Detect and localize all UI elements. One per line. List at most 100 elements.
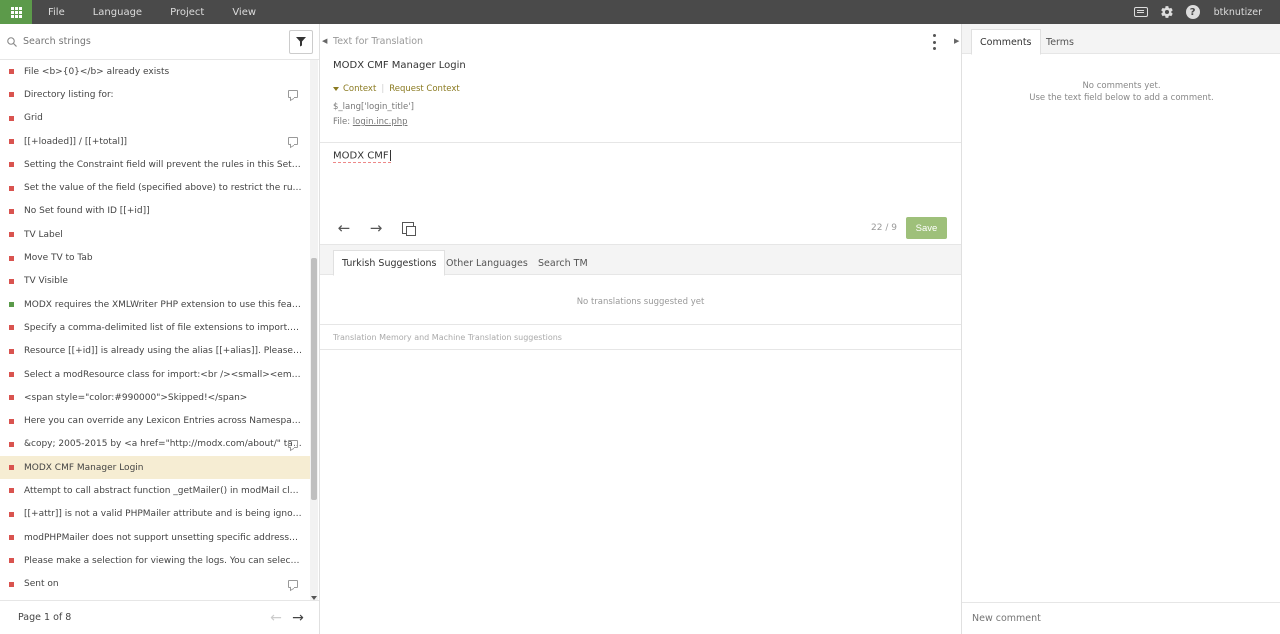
list-item[interactable]: &copy; 2005-2015 by <a href="http://modx… bbox=[0, 433, 310, 456]
username[interactable]: btknutizer bbox=[1214, 7, 1262, 18]
comment-icon bbox=[288, 136, 298, 145]
source-text: MODX CMF Manager Login bbox=[333, 60, 466, 71]
list-item[interactable]: Set the value of the field (specified ab… bbox=[0, 176, 310, 199]
status-marker bbox=[9, 372, 14, 377]
list-item[interactable]: Please make a selection for viewing the … bbox=[0, 549, 310, 572]
list-item[interactable]: MODX CMF Manager Login bbox=[0, 456, 310, 480]
help-icon[interactable]: ? bbox=[1180, 0, 1206, 24]
search-input[interactable] bbox=[18, 36, 289, 47]
list-item[interactable]: Sent on bbox=[0, 573, 310, 596]
list-item-text: MODX CMF Manager Login bbox=[24, 462, 144, 473]
apps-grid-icon[interactable] bbox=[0, 0, 32, 24]
comment-icon bbox=[288, 579, 298, 588]
status-marker bbox=[9, 232, 14, 238]
list-item-text: TV Label bbox=[24, 229, 63, 240]
list-item-text: Please make a selection for viewing the … bbox=[24, 555, 302, 566]
filter-icon bbox=[296, 37, 306, 47]
list-item[interactable]: [[+attr]] is not a valid PHPMailer attri… bbox=[0, 503, 310, 526]
scroll-thumb[interactable] bbox=[311, 258, 317, 500]
tab-turkish-suggestions[interactable]: Turkish Suggestions bbox=[333, 250, 446, 276]
menu-file[interactable]: File bbox=[32, 7, 77, 18]
filter-button[interactable] bbox=[289, 29, 313, 54]
list-item[interactable]: Move TV to Tab bbox=[0, 246, 310, 269]
comments-panel: Comments Terms No comments yet. Use the … bbox=[961, 24, 1280, 634]
request-context-link[interactable]: Request Context bbox=[389, 84, 460, 94]
status-marker bbox=[9, 92, 14, 98]
status-marker bbox=[9, 255, 14, 261]
list-item[interactable]: [[+loaded]] / [[+total]] bbox=[0, 130, 310, 153]
char-counter: 22 / 9 bbox=[871, 223, 897, 233]
list-item[interactable]: Directory listing for: bbox=[0, 83, 310, 106]
list-item[interactable]: Grid bbox=[0, 107, 310, 130]
page-indicator: Page 1 of 8 bbox=[18, 612, 72, 623]
tab-search-tm[interactable]: Search TM bbox=[530, 250, 596, 276]
search-bar bbox=[0, 24, 319, 60]
list-item[interactable]: Specify a comma-delimited list of file e… bbox=[0, 316, 310, 339]
strings-list: File <b>{0}</b> already exists Directory … bbox=[0, 60, 310, 600]
comment-icon bbox=[288, 90, 298, 99]
list-item[interactable]: modPHPMailer does not support unsetting … bbox=[0, 526, 310, 549]
caret-down-icon bbox=[333, 87, 339, 91]
list-item-text: TV Visible bbox=[24, 276, 68, 287]
tab-terms[interactable]: Terms bbox=[1038, 29, 1082, 55]
list-item-text: Specify a comma-delimited list of file e… bbox=[24, 322, 302, 333]
top-bar: File Language Project View ? btknutizer bbox=[0, 0, 1280, 24]
list-item-text: [[+attr]] is not a valid PHPMailer attri… bbox=[24, 509, 302, 520]
comment-icon bbox=[288, 439, 298, 448]
status-marker bbox=[9, 441, 14, 447]
menu-project[interactable]: Project bbox=[154, 7, 216, 18]
context-file-link[interactable]: login.inc.php bbox=[353, 117, 408, 127]
list-item-text: Set the value of the field (specified ab… bbox=[24, 183, 302, 194]
collapse-left-icon[interactable]: ◀ bbox=[322, 37, 327, 45]
status-marker bbox=[9, 69, 14, 75]
more-options-icon[interactable] bbox=[931, 34, 937, 50]
next-string-arrow-icon[interactable]: → bbox=[365, 218, 387, 238]
context-toggle[interactable]: Context bbox=[343, 84, 376, 94]
prev-string-arrow-icon[interactable]: ← bbox=[333, 218, 355, 238]
status-marker bbox=[9, 535, 14, 541]
list-item-text: Move TV to Tab bbox=[24, 253, 93, 264]
status-marker bbox=[9, 115, 14, 121]
menu-view[interactable]: View bbox=[216, 7, 268, 18]
list-item-text: Sent on bbox=[24, 579, 59, 590]
new-comment-bar bbox=[962, 602, 1280, 634]
list-item[interactable]: Here you can override any Lexicon Entrie… bbox=[0, 409, 310, 432]
list-item[interactable]: <span style="color:#990000">Skipped!</sp… bbox=[0, 386, 310, 409]
list-item[interactable]: Select a modResource class for import:<b… bbox=[0, 363, 310, 386]
list-item[interactable]: No Set found with ID [[+id]] bbox=[0, 200, 310, 223]
list-item[interactable]: TV Label bbox=[0, 223, 310, 246]
list-item[interactable]: Attempt to call abstract function _getMa… bbox=[0, 479, 310, 502]
list-item[interactable]: File <b>{0}</b> already exists bbox=[0, 60, 310, 83]
tab-other-languages[interactable]: Other Languages bbox=[438, 250, 536, 276]
suggestion-tabs: Turkish Suggestions Other Languages Sear… bbox=[320, 245, 961, 276]
list-item-text: File <b>{0}</b> already exists bbox=[24, 66, 170, 77]
context-key: $_lang['login_title'] bbox=[333, 102, 414, 112]
menu-language[interactable]: Language bbox=[77, 7, 154, 18]
list-item[interactable]: TV Visible bbox=[0, 270, 310, 293]
list-item[interactable]: MODX requires the XMLWriter PHP extensio… bbox=[0, 293, 310, 316]
list-item[interactable]: Setting the Constraint field will preven… bbox=[0, 153, 310, 176]
list-item[interactable]: Resource [[+id]] is already using the al… bbox=[0, 340, 310, 363]
list-item-text: <span style="color:#990000">Skipped!</sp… bbox=[24, 392, 248, 403]
no-suggestions-text: No translations suggested yet bbox=[576, 297, 705, 307]
tab-comments[interactable]: Comments bbox=[971, 29, 1041, 55]
keyboard-icon[interactable] bbox=[1128, 0, 1154, 24]
status-marker bbox=[9, 581, 14, 587]
status-marker bbox=[9, 348, 14, 354]
list-item-text: Here you can override any Lexicon Entrie… bbox=[24, 416, 302, 427]
next-page-arrow-icon[interactable]: → bbox=[287, 607, 309, 629]
new-comment-input[interactable] bbox=[972, 613, 1262, 624]
translation-input[interactable]: MODX CMF bbox=[333, 150, 391, 163]
save-button[interactable]: Save bbox=[906, 217, 947, 239]
list-item-text: Select a modResource class for import:<b… bbox=[24, 369, 302, 380]
strings-panel: File <b>{0}</b> already exists Directory … bbox=[0, 24, 320, 634]
copy-source-icon[interactable] bbox=[397, 218, 419, 238]
gear-icon[interactable] bbox=[1154, 0, 1180, 24]
list-item-text: Attempt to call abstract function _getMa… bbox=[24, 485, 302, 496]
list-scrollbar[interactable] bbox=[310, 60, 318, 600]
status-marker bbox=[9, 208, 14, 214]
status-marker bbox=[9, 511, 14, 517]
collapse-right-icon[interactable]: ▶ bbox=[954, 37, 959, 45]
prev-page-arrow-icon[interactable]: ← bbox=[265, 607, 287, 629]
context-file: File: login.inc.php bbox=[333, 117, 408, 127]
